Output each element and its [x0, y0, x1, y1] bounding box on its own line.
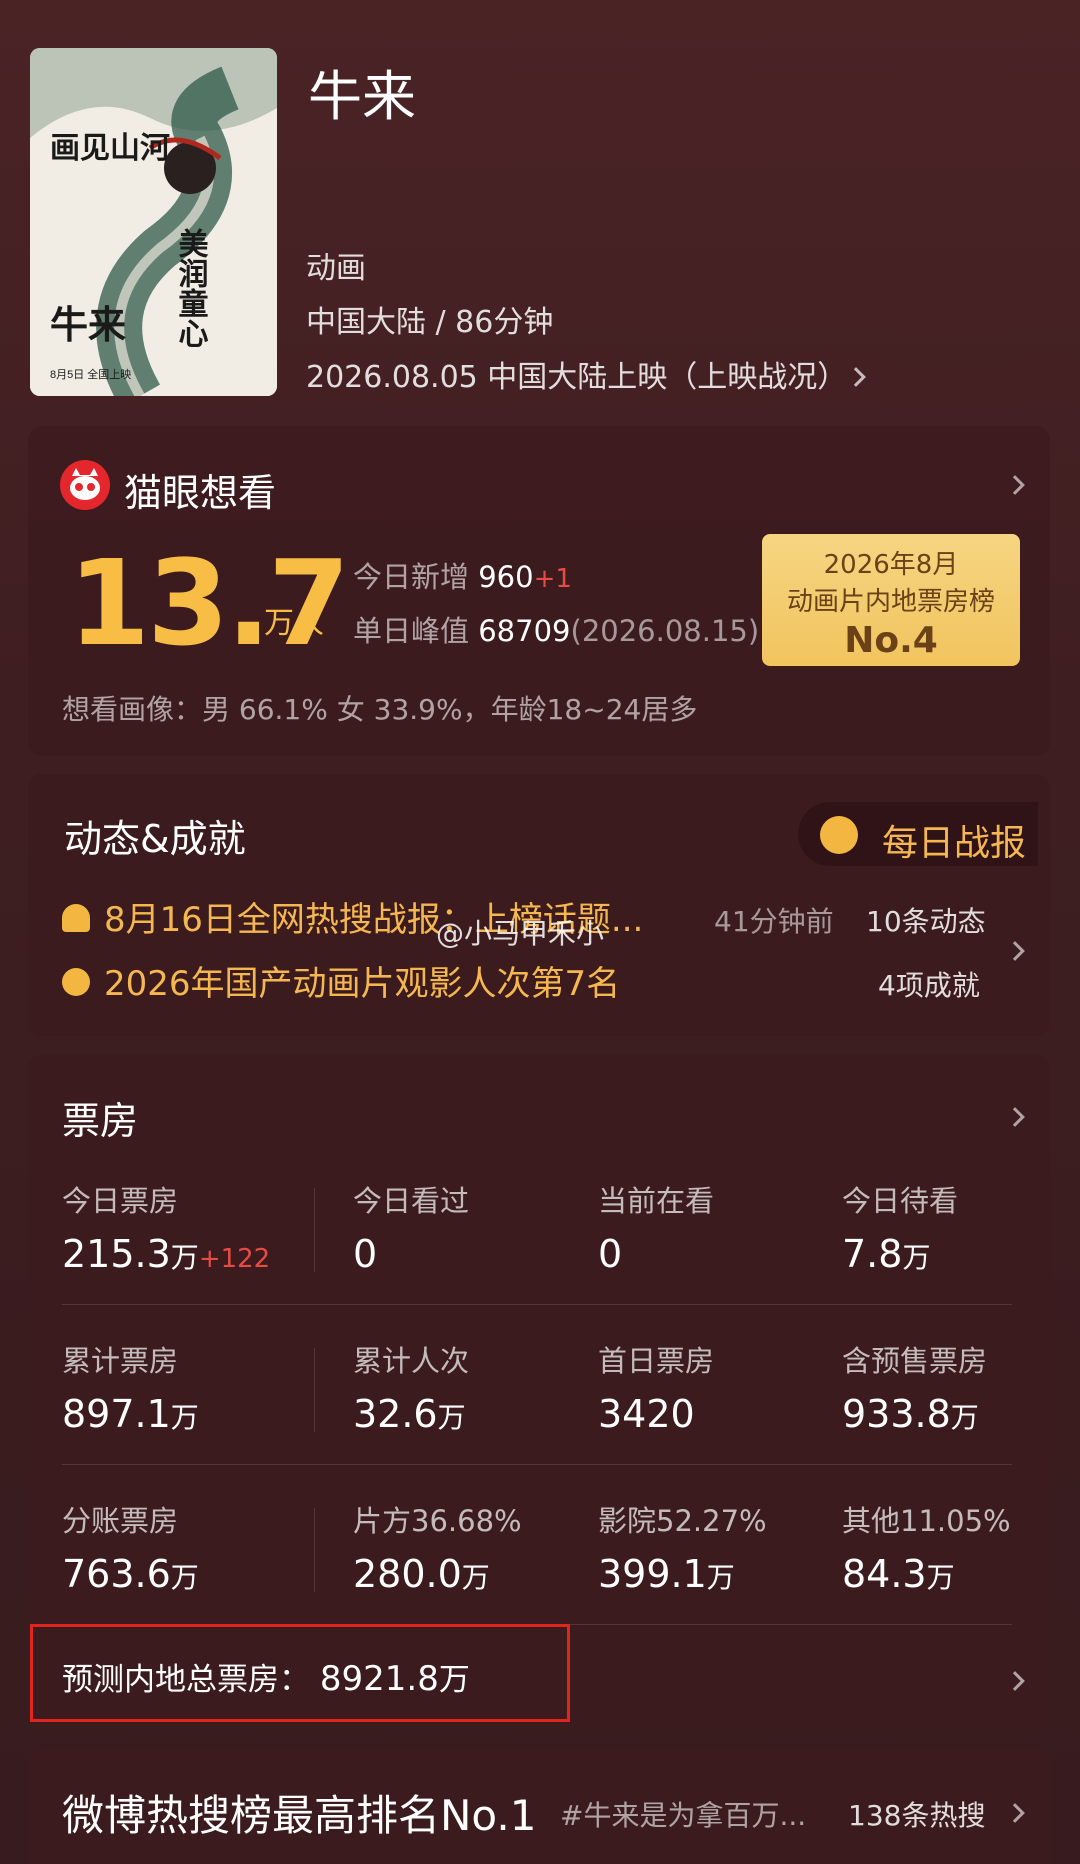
today-new-label: 今日新增 [353, 560, 470, 594]
poster-art: 画见山河 牛来 8月5日 全国上映 美润童心 [30, 48, 277, 396]
want-to-see-card[interactable]: 猫眼想看 13.7 万人 今日新增 960+1 单日峰值 68709(2026.… [28, 426, 1050, 756]
chevron-right-icon [1005, 941, 1025, 961]
medal-icon [820, 816, 858, 854]
chevron-right-icon [846, 367, 867, 387]
want-title: 猫眼想看 [124, 471, 277, 515]
poster-date: 8月5日 全国上映 [50, 367, 131, 381]
stat-now-watching: 当前在看 0 [598, 1184, 715, 1276]
stat-today-watched: 今日看过 0 [353, 1184, 470, 1276]
weibo-hot-count: 138条热搜 [848, 1799, 986, 1832]
weibo-hashtag: #牛来是为拿百万... [560, 1799, 807, 1832]
chevron-right-icon [1005, 1803, 1025, 1823]
achievements-count: 4项成就 [878, 969, 980, 1002]
weibo-watermark: @小马甲禾小 [436, 917, 605, 950]
medal-icon [62, 967, 90, 996]
movie-region-duration: 中国大陆 / 86分钟 [306, 305, 554, 340]
column-divider [314, 1188, 315, 1272]
daily-report-button[interactable]: 每日战报 [798, 802, 1038, 866]
box-office-card[interactable]: 票房 今日票房 215.3万+122 今日看过 0 当前在看 0 今日待看 7.… [28, 1054, 1050, 1730]
column-divider [314, 1508, 315, 1592]
dynamics-card[interactable]: 动态&成就 每日战报 8月16日全网热搜战报：上榜话题... 41分钟前 10条… [28, 774, 1050, 1036]
rank-list-name: 动画片内地票房榜 [786, 587, 995, 617]
rank-badge[interactable]: 2026年8月 动画片内地票房榜 No.4 [762, 534, 1020, 666]
release-text: 2026.08.05 中国大陆上映（上映战况） [306, 360, 848, 395]
peak-value: 68709 [478, 614, 571, 648]
achievement-item[interactable]: 2026年国产动画片观影人次第7名 [62, 956, 620, 1005]
stat-total-box: 累计票房 897.1万 [62, 1344, 199, 1436]
weibo-hot-card[interactable]: 微博热搜榜最高排名No.1 #牛来是为拿百万... 138条热搜 [28, 1748, 1050, 1864]
peak-row: 单日峰值 68709(2026.08.15) [353, 608, 759, 650]
poster-title: 牛来 [50, 305, 126, 347]
stat-today-box: 今日票房 215.3万+122 [62, 1184, 271, 1276]
stat-split-box: 分账票房 763.6万 [62, 1504, 199, 1596]
bell-icon [62, 903, 90, 932]
rank-period: 2026年8月 [823, 550, 959, 580]
daily-report-label: 每日战报 [882, 823, 1027, 864]
movie-title: 牛来 [308, 65, 416, 128]
poster-text-right: 美润童心 [174, 227, 209, 348]
dynamics-title: 动态&成就 [64, 817, 246, 861]
chevron-right-icon [1005, 1107, 1025, 1127]
poster-text-left: 画见山河 [50, 132, 170, 165]
forecast-value: 8921.8 [319, 1659, 439, 1699]
row-divider [62, 1304, 1012, 1305]
today-new-value: 960 [478, 560, 534, 594]
dynamics-count: 10条动态 [866, 905, 986, 938]
movie-genre: 动画 [306, 251, 366, 286]
forecast-label: 预测内地总票房： [62, 1662, 310, 1698]
peak-date: (2026.08.15) [570, 614, 760, 648]
want-total-unit: 万人 [264, 606, 324, 641]
chevron-right-icon [1005, 475, 1025, 495]
stat-presale-box: 含预售票房 933.8万 [842, 1344, 988, 1436]
movie-poster[interactable]: 画见山河 牛来 8月5日 全国上映 美润童心 [30, 48, 277, 396]
weibo-rank-title: 微博热搜榜最高排名No.1 [62, 1791, 537, 1840]
stat-first-day-box: 首日票房 3420 [598, 1344, 715, 1436]
stat-total-admissions: 累计人次 32.6万 [353, 1344, 470, 1436]
forecast-unit: 万 [438, 1662, 470, 1698]
achievement-item-text: 2026年国产动画片观影人次第7名 [104, 964, 621, 1004]
stat-today-pending: 今日待看 7.8万 [842, 1184, 959, 1276]
box-office-title: 票房 [62, 1099, 139, 1143]
rank-number: No.4 [844, 620, 938, 661]
stat-cinema-share: 影院52.27% 399.1万 [598, 1504, 767, 1596]
stat-producer-share: 片方36.68% 280.0万 [353, 1504, 522, 1596]
today-new-row: 今日新增 960+1 [353, 554, 572, 596]
peak-label: 单日峰值 [353, 614, 470, 648]
forecast-row[interactable]: 预测内地总票房： 8921.8万 [62, 1654, 470, 1699]
audience-portrait: 想看画像：男 66.1% 女 33.9%，年龄18~24居多 [62, 693, 698, 726]
chevron-right-icon [1005, 1671, 1025, 1691]
stat-other-share: 其他11.05% 84.3万 [842, 1504, 1011, 1596]
movie-release-link[interactable]: 2026.08.05 中国大陆上映（上映战况） [306, 352, 867, 396]
dynamic-time: 41分钟前 [714, 905, 834, 938]
today-new-delta: +1 [533, 564, 572, 594]
column-divider [314, 1348, 315, 1432]
maoyan-cat-icon [60, 460, 110, 510]
row-divider [62, 1464, 1012, 1465]
